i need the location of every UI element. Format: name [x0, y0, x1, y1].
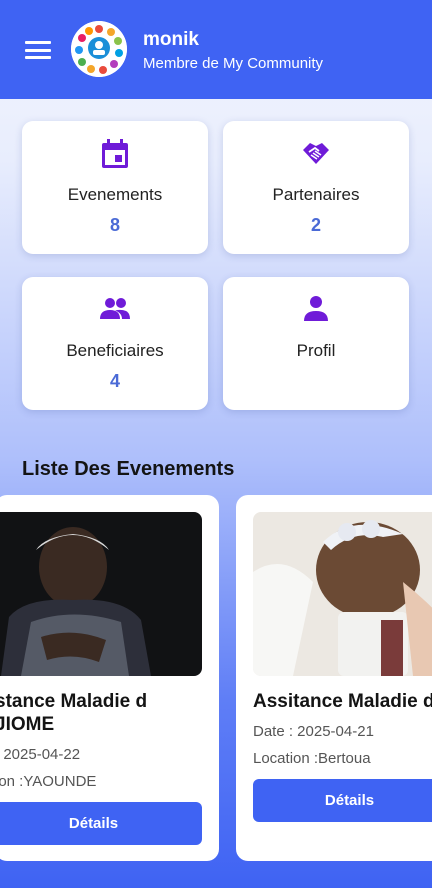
event-location: ion :YAOUNDE [0, 773, 97, 790]
event-location: Location :Bertoua [253, 750, 371, 767]
event-image [0, 512, 202, 676]
avatar[interactable] [71, 21, 127, 77]
event-title: Assitance Maladie d [253, 691, 432, 712]
people-icon [22, 295, 208, 325]
handshake-icon [223, 139, 409, 169]
partners-card[interactable]: Partenaires 2 [223, 121, 409, 254]
profile-label: Profil [296, 341, 336, 360]
details-button[interactable]: Détails [253, 779, 432, 822]
events-label: Evenements [67, 185, 163, 204]
events-count: 8 [109, 215, 120, 235]
menu-icon[interactable] [25, 41, 51, 59]
event-card[interactable]: Assitance Maladie d Date : 2025-04-21 Lo… [236, 495, 432, 861]
person-icon [223, 295, 409, 325]
event-date: Date : 2025-04-21 [253, 723, 374, 740]
calendar-icon [22, 139, 208, 169]
beneficiaries-label: Beneficiaires [66, 341, 164, 360]
profile-card[interactable]: Profil [223, 277, 409, 410]
details-button[interactable]: Détails [0, 802, 202, 845]
user-name: monik [143, 29, 199, 50]
beneficiaries-count: 4 [109, 371, 120, 391]
user-role: Membre de My Community [143, 55, 324, 72]
events-card[interactable]: Evenements 8 [22, 121, 208, 254]
event-title: stance Maladie d JIOME [0, 691, 148, 735]
beneficiaries-card[interactable]: Beneficiaires 4 [22, 277, 208, 410]
events-section-title: Liste Des Evenements [22, 458, 235, 480]
event-date: : 2025-04-22 [0, 746, 81, 763]
event-card[interactable]: stance Maladie d JIOME : 2025-04-22 ion … [0, 495, 219, 861]
partners-count: 2 [310, 215, 321, 235]
partners-label: Partenaires [272, 185, 360, 204]
app-bar: monik Membre de My Community [0, 0, 432, 99]
community-logo-icon [71, 21, 127, 77]
event-image [253, 512, 432, 676]
